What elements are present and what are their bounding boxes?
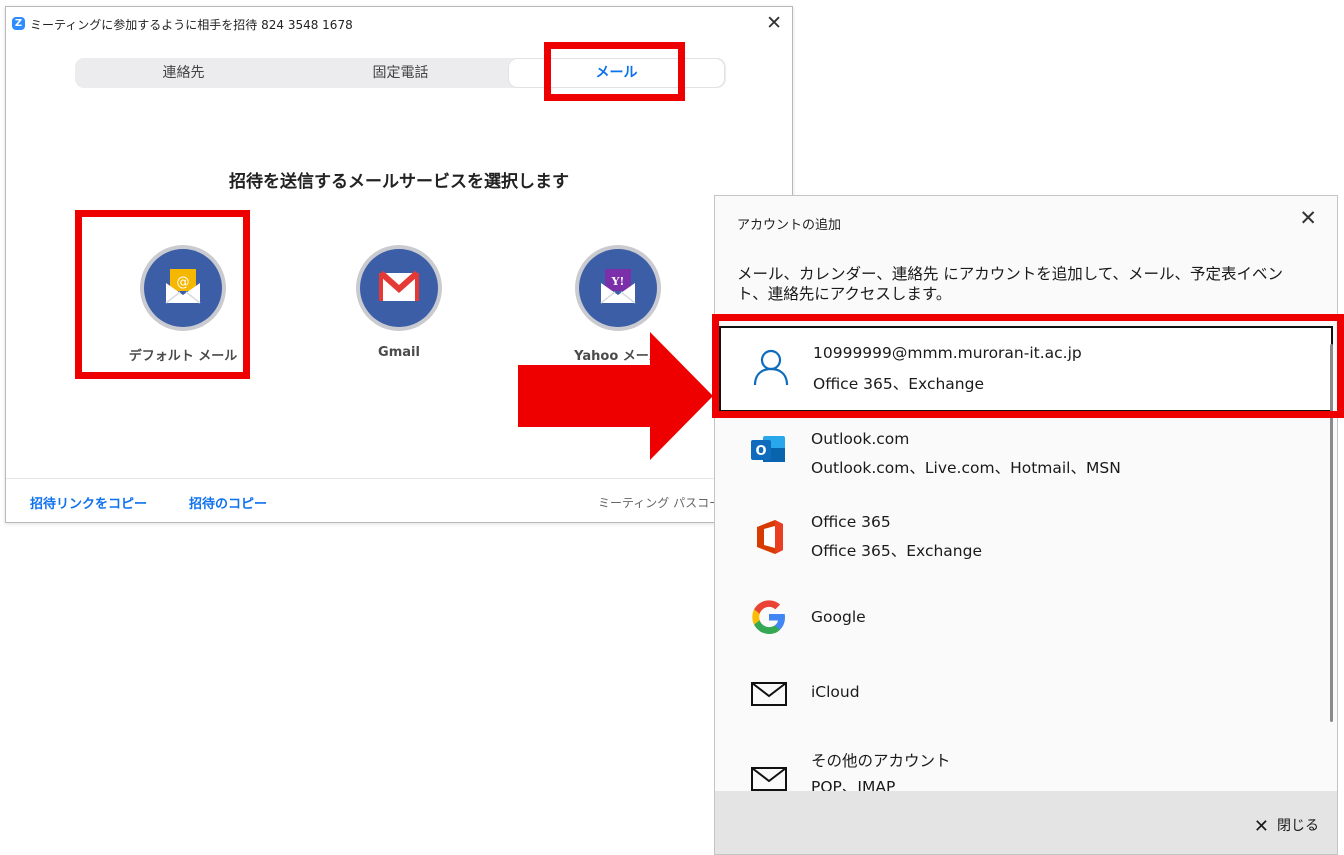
- svg-text:O: O: [755, 444, 766, 459]
- account-name: iCloud: [811, 683, 860, 701]
- dialog-close-icon[interactable]: ✕: [1299, 206, 1317, 230]
- account-type: Office 365、Exchange: [811, 542, 982, 560]
- gmail-icon: [356, 245, 442, 331]
- dialog-footer: ✕ 閉じる: [715, 791, 1337, 854]
- yahoo-mail-icon: Y!: [575, 245, 661, 331]
- tab-contacts[interactable]: 連絡先: [75, 58, 292, 88]
- office-icon: [757, 520, 783, 554]
- divider: [6, 478, 792, 479]
- close-button-label: 閉じる: [1277, 818, 1319, 834]
- highlight-box-default-mail: [75, 210, 250, 379]
- gmail-label: Gmail: [378, 345, 420, 360]
- zoom-window-title: ミーティングに参加するように相手を招待 824 3548 1678: [30, 18, 353, 32]
- account-name: Office 365: [811, 513, 891, 531]
- tab-phone[interactable]: 固定電話: [292, 58, 509, 88]
- dialog-description: メール、カレンダー、連絡先 にアカウントを追加して、メール、予定表イベント、連絡…: [737, 265, 1284, 303]
- account-item-google[interactable]: Google: [715, 581, 1325, 661]
- account-type: Outlook.com、Live.com、Hotmail、MSN: [811, 459, 1121, 477]
- highlight-box-account: [712, 314, 1344, 418]
- svg-text:Y!: Y!: [611, 275, 625, 288]
- highlight-box-mail-tab: [544, 42, 685, 101]
- dialog-title: アカウントの追加: [737, 218, 842, 233]
- copy-invite-link-button[interactable]: 招待リンクをコピー: [30, 493, 147, 512]
- zoom-logo-icon: Z: [12, 17, 25, 30]
- red-arrow-icon: [518, 332, 713, 460]
- copy-invite-button[interactable]: 招待のコピー: [189, 493, 267, 512]
- meeting-passcode-label: ミーティング パスコー: [598, 496, 722, 510]
- account-name: Outlook.com: [811, 430, 910, 448]
- google-icon: [752, 600, 785, 634]
- account-name: Google: [811, 608, 866, 626]
- account-item-office365[interactable]: Office 365 Office 365、Exchange: [715, 501, 1325, 581]
- close-button[interactable]: ✕ 閉じる: [1254, 815, 1319, 837]
- envelope-icon: [751, 682, 787, 706]
- mail-service-heading: 招待を送信するメールサービスを選択します: [229, 172, 569, 192]
- zoom-close-icon[interactable]: ✕: [766, 11, 782, 35]
- add-account-dialog: アカウントの追加 ✕ メール、カレンダー、連絡先 にアカウントを追加して、メール…: [714, 195, 1338, 855]
- zoom-titlebar: Z ミーティングに参加するように相手を招待 824 3548 1678 ✕: [6, 7, 792, 39]
- gmail-button[interactable]: Gmail: [309, 245, 489, 360]
- account-name: その他のアカウント: [811, 752, 951, 770]
- outlook-icon: O: [751, 436, 785, 462]
- close-icon: ✕: [1253, 816, 1269, 837]
- account-item-icloud[interactable]: iCloud: [715, 656, 1325, 736]
- account-item-outlook[interactable]: O Outlook.com Outlook.com、Live.com、Hotma…: [715, 418, 1325, 498]
